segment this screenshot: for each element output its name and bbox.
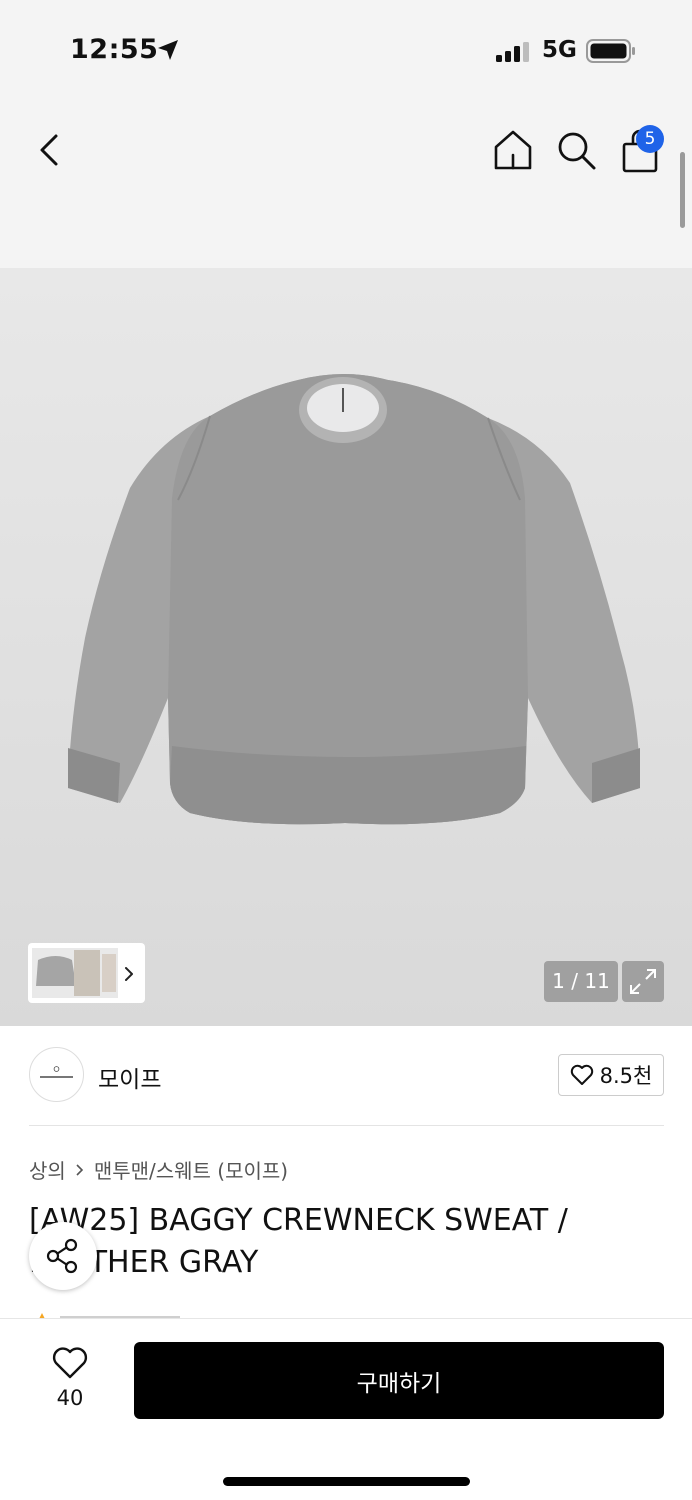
chevron-right-icon[interactable]: [120, 963, 138, 985]
buy-button[interactable]: 구매하기: [134, 1342, 664, 1419]
heart-icon: [570, 1064, 593, 1085]
brand-like-button[interactable]: 8.5천: [558, 1054, 664, 1096]
signal-icon: [496, 42, 529, 62]
image-page-counter: 1 / 11: [544, 961, 618, 1002]
home-icon[interactable]: [490, 128, 536, 172]
location-arrow-icon: [158, 40, 178, 60]
scrollbar[interactable]: [680, 152, 685, 228]
thumbnail-image: [32, 948, 118, 998]
breadcrumb-level1[interactable]: 상의: [29, 1155, 66, 1184]
status-time: 12:55: [70, 34, 159, 65]
chevron-right-icon: [76, 1163, 83, 1176]
share-icon: [46, 1238, 78, 1274]
heart-icon: [52, 1347, 88, 1379]
brand-like-count: 8.5천: [599, 1064, 653, 1088]
breadcrumb: 상의 맨투맨/스웨트 (모이프): [29, 1155, 288, 1184]
share-button[interactable]: [29, 1222, 97, 1290]
cart-count-badge: 5: [636, 125, 664, 153]
wishlist-count: 40: [56, 1386, 84, 1410]
battery-icon: [586, 39, 635, 63]
product-title: [AW25] BAGGY CREWNECK SWEAT / HEATHER GR…: [29, 1203, 568, 1280]
chevron-left-icon[interactable]: [30, 128, 70, 172]
home-indicator[interactable]: [223, 1477, 470, 1486]
brand-logo-mark: [40, 1066, 73, 1078]
network-label: 5G: [542, 37, 577, 63]
search-icon[interactable]: [554, 128, 598, 172]
expand-icon[interactable]: [622, 961, 664, 1002]
product-image[interactable]: [0, 268, 692, 1026]
sweatshirt-photo: [68, 374, 640, 825]
breadcrumb-level2[interactable]: 맨투맨/스웨트 (모이프): [94, 1155, 288, 1184]
divider: [29, 1125, 664, 1126]
brand-logo[interactable]: [29, 1047, 84, 1102]
brand-name[interactable]: 모이프: [98, 1060, 161, 1094]
